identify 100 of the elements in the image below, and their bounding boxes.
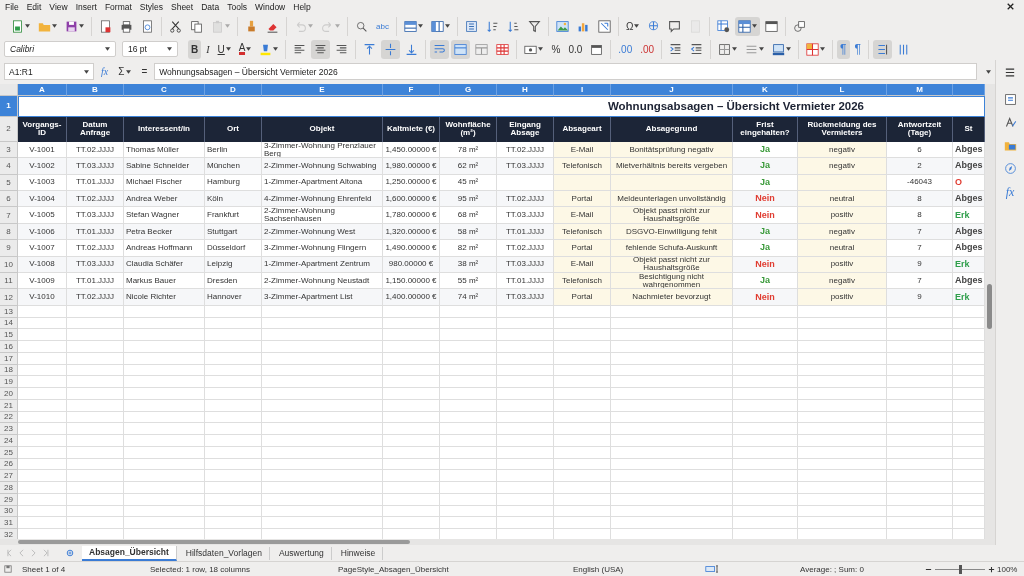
menu-item[interactable]: Edit bbox=[26, 2, 42, 12]
save-icon[interactable] bbox=[65, 19, 78, 33]
caret-icon[interactable] bbox=[752, 24, 758, 28]
freeze-rows-icon[interactable] bbox=[738, 19, 752, 33]
row-header[interactable]: 20 bbox=[0, 388, 18, 400]
caret-icon[interactable] bbox=[634, 24, 640, 28]
functions-button[interactable]: fx bbox=[1005, 185, 1015, 200]
caret-icon[interactable] bbox=[52, 24, 57, 28]
column-header[interactable]: L bbox=[798, 83, 887, 96]
function-wizard-button[interactable]: fx bbox=[98, 66, 112, 78]
menu-item[interactable]: File bbox=[5, 2, 19, 12]
menu-item[interactable]: Sheet bbox=[171, 2, 194, 12]
row-header[interactable]: 19 bbox=[0, 376, 18, 389]
add-decimal-button[interactable]: .00 bbox=[615, 39, 636, 59]
row-header[interactable]: 27 bbox=[0, 470, 18, 483]
highlighter-icon[interactable] bbox=[259, 42, 273, 56]
caret-icon[interactable] bbox=[417, 24, 423, 28]
column-header[interactable]: C bbox=[124, 83, 205, 96]
menu-icon[interactable] bbox=[1005, 68, 1015, 77]
italic-button[interactable]: I bbox=[203, 39, 213, 59]
column-header[interactable]: B bbox=[67, 83, 124, 96]
caret-icon[interactable] bbox=[786, 47, 792, 51]
caret-icon[interactable] bbox=[759, 47, 765, 51]
border-color-icon[interactable] bbox=[772, 42, 786, 56]
close-icon[interactable] bbox=[1007, 3, 1014, 10]
column-header[interactable]: K bbox=[733, 83, 798, 96]
font-name-field[interactable]: Calibri bbox=[4, 41, 116, 57]
row-header[interactable]: 24 bbox=[0, 435, 18, 447]
styles-icon[interactable] bbox=[1003, 116, 1017, 129]
sheet-tab[interactable]: Absagen_Übersicht bbox=[82, 545, 177, 561]
menu-item[interactable]: Data bbox=[201, 2, 220, 12]
menu-item[interactable]: View bbox=[49, 2, 68, 12]
column-header[interactable]: A bbox=[18, 83, 67, 96]
caret-icon[interactable] bbox=[444, 24, 450, 28]
menu-item[interactable]: Format bbox=[104, 2, 132, 12]
delete-decimal-button[interactable]: .00 bbox=[637, 39, 658, 59]
row-header[interactable]: 23 bbox=[0, 423, 18, 436]
row-header[interactable]: 2 bbox=[0, 116, 18, 142]
sheet-tab[interactable]: Hilfsdaten_Vorlagen bbox=[178, 546, 270, 560]
row-header[interactable]: 31 bbox=[0, 517, 18, 530]
caret-icon[interactable] bbox=[79, 24, 84, 28]
row-header[interactable]: 1 bbox=[0, 95, 18, 117]
caret-icon[interactable] bbox=[25, 24, 30, 28]
column-header[interactable]: H bbox=[497, 83, 554, 96]
row-header[interactable]: 4 bbox=[0, 158, 18, 175]
underline-button[interactable]: U bbox=[214, 39, 234, 59]
zoom-in-icon[interactable] bbox=[988, 565, 995, 573]
freeze-rows-button[interactable] bbox=[735, 16, 761, 36]
column-header[interactable]: G bbox=[440, 83, 497, 96]
zoom-slider[interactable] bbox=[958, 564, 962, 574]
sheet-tab[interactable]: Auswertung bbox=[271, 546, 332, 560]
menu-item[interactable]: Tools bbox=[227, 2, 247, 12]
add-sheet-icon[interactable] bbox=[66, 549, 74, 557]
spelling-button[interactable]: abc bbox=[373, 16, 392, 36]
caret-icon[interactable] bbox=[820, 47, 826, 51]
caret-icon[interactable] bbox=[538, 47, 544, 51]
row-header[interactable]: 15 bbox=[0, 329, 18, 342]
percent-format-button[interactable]: % bbox=[548, 39, 564, 59]
menu-item[interactable]: Window bbox=[255, 2, 286, 12]
caret-icon[interactable] bbox=[732, 47, 738, 51]
column-header[interactable]: J bbox=[611, 83, 733, 96]
scrollbar-thumb[interactable] bbox=[18, 540, 410, 545]
row-header[interactable]: 12 bbox=[0, 289, 18, 306]
sheet-tab[interactable]: Hinweise bbox=[333, 546, 384, 560]
column-header[interactable]: I bbox=[554, 83, 611, 96]
caret-icon[interactable] bbox=[167, 47, 172, 51]
row-header[interactable]: 28 bbox=[0, 482, 18, 494]
row-header[interactable]: 16 bbox=[0, 341, 18, 353]
row-grid-icon[interactable] bbox=[403, 19, 417, 33]
menu-item[interactable]: Styles bbox=[139, 2, 163, 12]
column-header[interactable]: F bbox=[383, 83, 440, 96]
font-size-field[interactable]: 16 pt bbox=[122, 41, 178, 57]
properties-icon[interactable] bbox=[1003, 93, 1017, 106]
column-grid-icon[interactable] bbox=[430, 19, 444, 33]
caret-icon[interactable] bbox=[84, 69, 89, 74]
row-header[interactable]: 6 bbox=[0, 191, 18, 208]
conditional-format-icon[interactable] bbox=[806, 42, 820, 56]
column-header[interactable] bbox=[953, 83, 985, 96]
caret-icon[interactable] bbox=[126, 69, 132, 74]
selection-mode-icon[interactable] bbox=[705, 565, 721, 573]
number-format-button[interactable]: 0.0 bbox=[565, 39, 586, 59]
sum-button[interactable]: Σ bbox=[115, 66, 135, 78]
bold-button[interactable]: B bbox=[188, 39, 202, 59]
special-character-button[interactable]: Ω bbox=[622, 16, 643, 36]
borders-icon[interactable] bbox=[718, 42, 732, 56]
row-header[interactable]: 11 bbox=[0, 273, 18, 290]
column-header[interactable]: D bbox=[205, 83, 262, 96]
menu-item[interactable]: Insert bbox=[75, 2, 97, 12]
caret-icon[interactable] bbox=[246, 47, 252, 51]
row-header[interactable]: 7 bbox=[0, 207, 18, 224]
caret-icon[interactable] bbox=[273, 47, 279, 51]
font-color-button[interactable]: A bbox=[235, 39, 255, 59]
row-header[interactable]: 9 bbox=[0, 240, 18, 257]
column-header[interactable]: M bbox=[887, 83, 953, 96]
name-box[interactable]: A1:R1 bbox=[4, 63, 94, 81]
column-header[interactable]: E bbox=[262, 83, 383, 96]
gallery-icon[interactable] bbox=[1003, 139, 1017, 152]
scrollbar-thumb[interactable] bbox=[987, 283, 992, 329]
caret-icon[interactable] bbox=[225, 47, 231, 51]
right-to-left-button[interactable]: ¶ bbox=[851, 39, 864, 59]
